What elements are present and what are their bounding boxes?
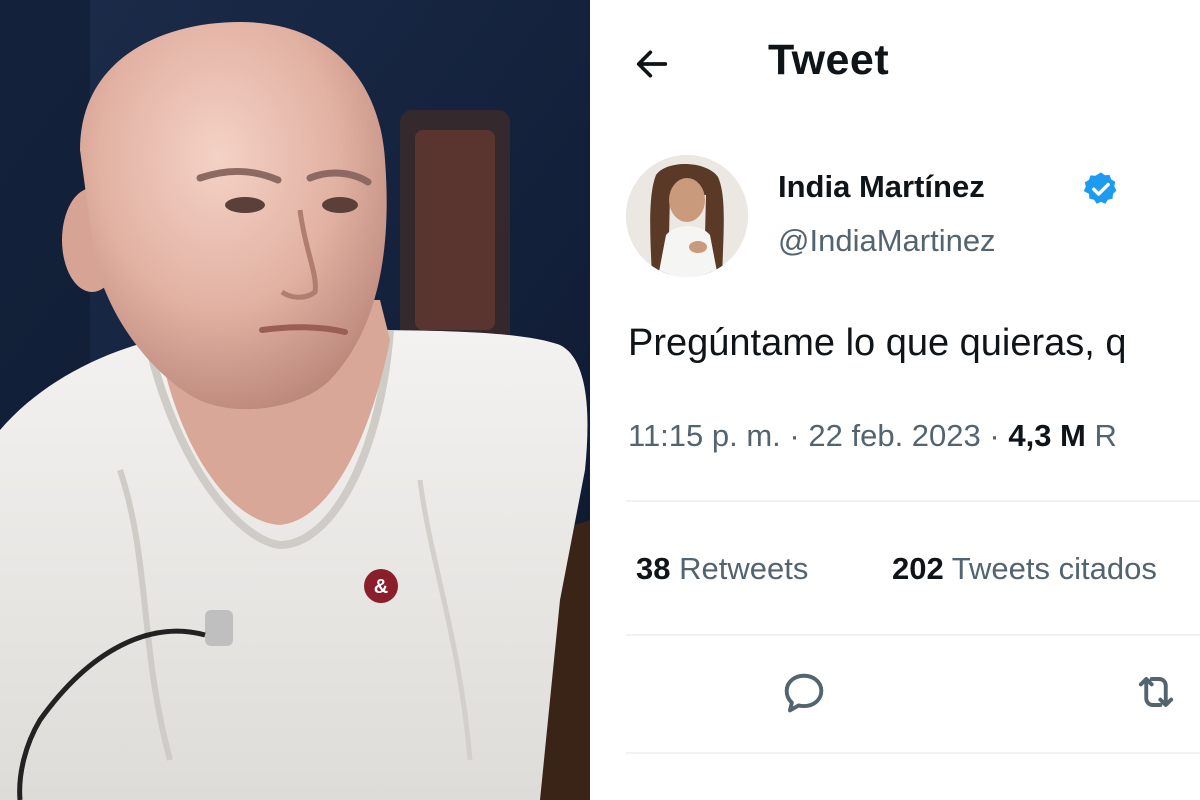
tweet-time[interactable]: 11:15 p. m. [628, 418, 781, 453]
retweet-icon[interactable] [1130, 666, 1182, 718]
divider [626, 634, 1200, 636]
tweet-author: India Martínez @IndiaMartinez [626, 155, 1200, 280]
reply-icon[interactable] [778, 666, 830, 718]
author-handle[interactable]: @IndiaMartinez [778, 223, 996, 259]
avatar-image [626, 155, 748, 277]
svg-text:&: & [374, 576, 388, 598]
tweet-text: Pregúntame lo que quieras, q [628, 322, 1127, 364]
views-label: R [1094, 418, 1117, 453]
arrow-left-icon[interactable] [632, 44, 672, 84]
divider [626, 500, 1200, 502]
views-count: 4,3 M [1008, 418, 1086, 453]
tweet-actions [590, 660, 1200, 720]
meta-separator: · [789, 418, 800, 453]
verified-badge-icon [1083, 172, 1117, 204]
divider [626, 752, 1200, 754]
man-photo: & [0, 0, 590, 800]
tweet-panel: Tweet India Martínez @IndiaMartinez Preg… [590, 0, 1200, 800]
retweets-label: Retweets [679, 551, 809, 586]
photo-panel: & [0, 0, 590, 800]
quotes-label: Tweets citados [951, 551, 1157, 586]
page-title: Tweet [768, 36, 890, 84]
avatar[interactable] [626, 155, 748, 277]
retweets-count: 38 [636, 551, 671, 586]
tweet-date[interactable]: 22 feb. 2023 [808, 418, 980, 453]
quotes-stat[interactable]: 202 Tweets citados [892, 551, 1157, 587]
retweets-stat[interactable]: 38 Retweets [636, 551, 808, 587]
tweet-meta: 11:15 p. m. · 22 feb. 2023 · 4,3 M R [628, 418, 1117, 454]
author-name[interactable]: India Martínez [778, 169, 985, 205]
quotes-count: 202 [892, 551, 944, 586]
meta-separator-2: · [989, 418, 1000, 453]
tweet-header: Tweet [590, 0, 1200, 125]
